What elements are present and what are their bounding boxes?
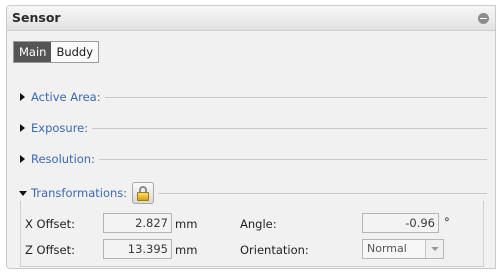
triangle-right-icon[interactable]: [19, 123, 27, 133]
section-label[interactable]: Exposure:: [31, 121, 88, 135]
orientation-select[interactable]: Normal: [362, 239, 444, 259]
section-label[interactable]: Active Area:: [31, 90, 101, 104]
orientation-value: Normal: [367, 242, 407, 255]
section-divider: [98, 158, 487, 160]
section-divider: [92, 127, 487, 129]
x-offset-label: X Offset:: [25, 217, 75, 231]
collapse-icon[interactable]: [478, 13, 489, 24]
section-label[interactable]: Resolution:: [31, 152, 95, 166]
section-divider: [158, 192, 487, 194]
panel-title: Sensor: [12, 10, 61, 25]
x-offset-input[interactable]: [103, 213, 172, 233]
section-divider: [104, 96, 487, 98]
section-label[interactable]: Transformations:: [31, 186, 127, 200]
z-offset-input[interactable]: [103, 239, 172, 259]
sensor-panel: Sensor Main Buddy Active Area: Exposure:…: [6, 5, 496, 269]
panel-header: Sensor: [7, 6, 495, 31]
triangle-right-icon[interactable]: [19, 92, 27, 102]
tab-buddy[interactable]: Buddy: [51, 42, 98, 62]
z-offset-label: Z Offset:: [25, 243, 75, 257]
tab-main[interactable]: Main: [14, 42, 52, 62]
z-offset-unit: mm: [175, 243, 198, 257]
section-active-area[interactable]: Active Area:: [19, 89, 487, 105]
x-offset-unit: mm: [175, 217, 198, 231]
triangle-down-icon[interactable]: [19, 188, 27, 198]
tab-bar: Main Buddy: [13, 41, 100, 63]
lock-body: [137, 192, 150, 201]
angle-input[interactable]: [362, 213, 439, 233]
triangle-right-icon[interactable]: [19, 154, 27, 164]
chevron-down-icon[interactable]: [425, 240, 443, 258]
orientation-label: Orientation:: [240, 243, 309, 257]
section-resolution[interactable]: Resolution:: [19, 151, 487, 167]
angle-label: Angle:: [240, 217, 277, 231]
angle-unit: °: [444, 215, 450, 229]
section-exposure[interactable]: Exposure:: [19, 120, 487, 136]
